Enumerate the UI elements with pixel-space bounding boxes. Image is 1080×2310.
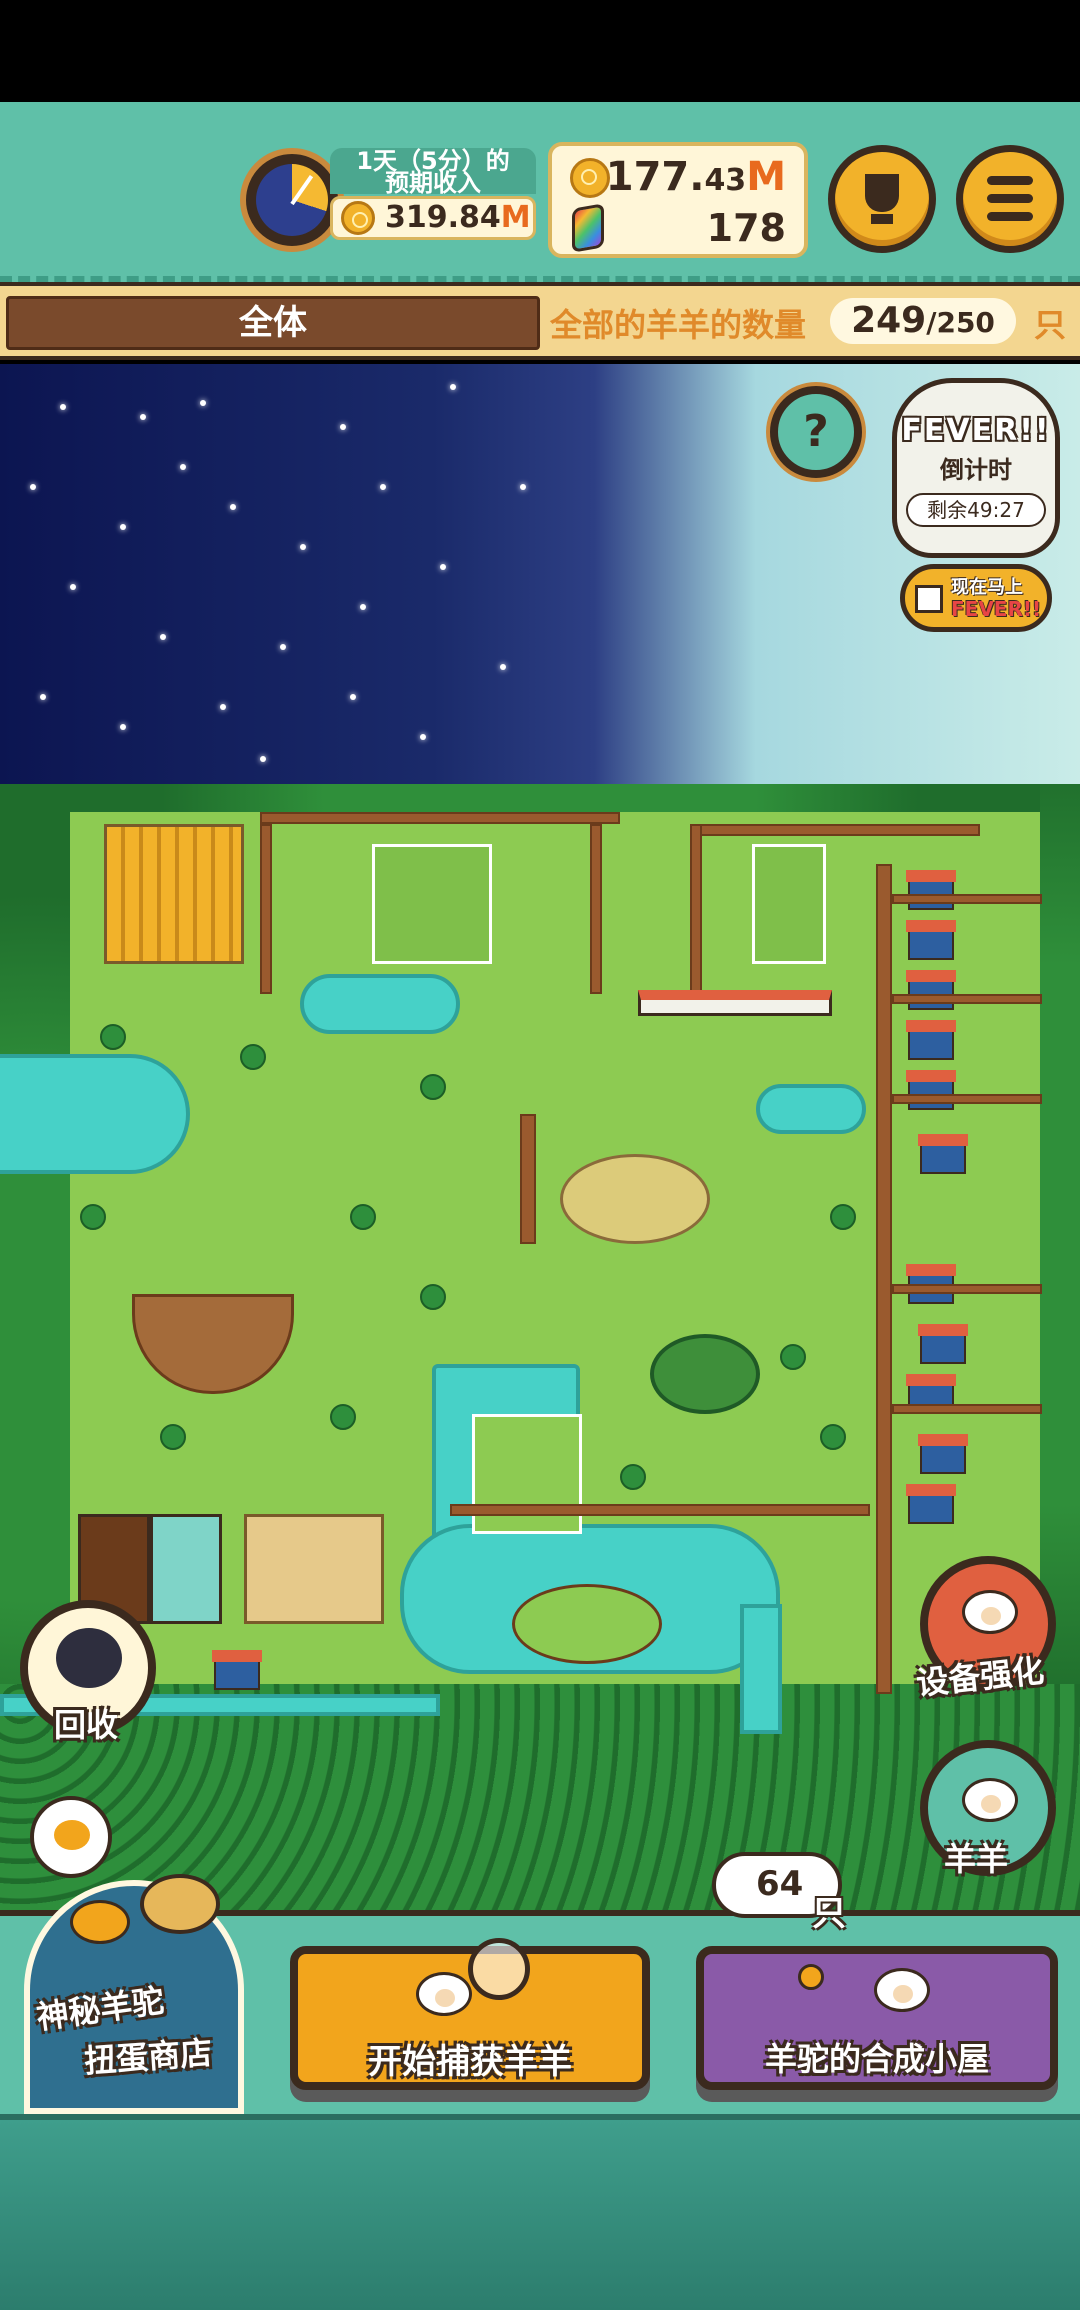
- menu-button[interactable]: [956, 145, 1064, 253]
- help-icon: ?: [803, 406, 829, 457]
- net-icon: [468, 1938, 530, 2000]
- sheep-icon: [70, 1900, 130, 1944]
- sheep-count-unit: 只: [812, 1894, 846, 1934]
- menu-icon: [987, 176, 1033, 185]
- coin-icon: [341, 201, 375, 235]
- fever-now-button[interactable]: 现在马上 FEVER!!: [900, 564, 1052, 632]
- joystick-icon: [798, 1964, 824, 1990]
- pasture[interactable]: [372, 844, 492, 964]
- alpaca-craft-button[interactable]: 羊驼的合成小屋: [696, 1946, 1058, 2090]
- fever-remaining: 剩余49:27: [906, 493, 1046, 527]
- big-tree[interactable]: [650, 1334, 760, 1414]
- money-decimal: 43: [704, 163, 747, 198]
- farm-map[interactable]: [0, 784, 1080, 1910]
- sheep-ring[interactable]: [560, 1154, 710, 1244]
- money-main: 177.: [605, 154, 705, 200]
- gem-count: 178: [706, 206, 786, 250]
- island-pasture[interactable]: [512, 1584, 662, 1664]
- gem-icon: [572, 203, 604, 253]
- pasture-small[interactable]: [752, 844, 826, 964]
- coin-icon: [570, 158, 610, 198]
- fever-now-line1: 现在马上: [951, 577, 1023, 598]
- bottom-footer: [0, 2114, 1080, 2310]
- fever-title: FEVER!!: [901, 413, 1051, 448]
- help-button[interactable]: ?: [770, 386, 862, 478]
- alpaca-icon: [874, 1968, 930, 2012]
- count-value: 249/250: [830, 298, 1016, 344]
- wheat-field[interactable]: [104, 824, 244, 964]
- income-title-line2: 预期收入: [385, 169, 481, 197]
- sheep-count-bar: 全体 全部的羊羊的数量 249/250 只: [0, 282, 1080, 360]
- expected-income-panel: 1天（5分）的 预期收入 319.84M: [330, 148, 536, 244]
- status-bar-area: [0, 0, 1080, 102]
- currency-panel: 177.43M 178: [548, 142, 808, 258]
- income-value: 319.84M: [330, 196, 536, 240]
- count-unit: 只: [1034, 306, 1067, 344]
- fever-subtitle: 倒计时: [940, 456, 1012, 484]
- sheep-yard[interactable]: [244, 1514, 384, 1624]
- money-unit: M: [746, 154, 786, 200]
- recycle-label: 回收: [54, 1706, 119, 1744]
- start-catch-label: 开始捕获羊羊: [368, 2042, 572, 2082]
- dirt-pen[interactable]: [132, 1294, 294, 1394]
- count-current: 249: [851, 300, 927, 341]
- income-amount: 319.84: [385, 200, 501, 235]
- count-total: /250: [926, 306, 995, 339]
- trophy-button[interactable]: [828, 145, 936, 253]
- fever-countdown[interactable]: FEVER!! 倒计时 剩余49:27: [892, 378, 1060, 558]
- sheep-icon: [54, 1820, 90, 1850]
- start-catch-button[interactable]: 开始捕获羊羊: [290, 1938, 650, 2090]
- shop-label-line2: 扭蛋商店: [82, 2033, 214, 2081]
- hat-icon: [140, 1874, 220, 1934]
- sheep-icon: [962, 1590, 1018, 1634]
- trophy-icon: [865, 174, 899, 212]
- speech-bubble-button[interactable]: [30, 1796, 112, 1878]
- ticket-icon: [915, 585, 943, 613]
- count-label: 全部的羊羊的数量: [550, 306, 807, 344]
- sheep-count-value: 64: [756, 1864, 804, 1904]
- income-unit: M: [500, 200, 531, 235]
- alpaca-craft-label: 羊驼的合成小屋: [764, 2040, 989, 2078]
- money-value: 177.43M: [606, 154, 786, 200]
- greenhouse[interactable]: [150, 1514, 222, 1624]
- compass-clock-icon[interactable]: [240, 148, 344, 252]
- sheep-list-label: 羊羊: [944, 1840, 1009, 1878]
- income-title: 1天（5分）的 预期收入: [330, 148, 536, 197]
- filter-tab-all[interactable]: 全体: [6, 296, 540, 350]
- sheep-icon: [962, 1778, 1018, 1822]
- sheep-icon: [416, 1972, 472, 2016]
- dog-icon: [56, 1628, 122, 1688]
- fever-now-line2: FEVER!!: [951, 597, 1042, 621]
- pond-pasture[interactable]: [472, 1414, 582, 1534]
